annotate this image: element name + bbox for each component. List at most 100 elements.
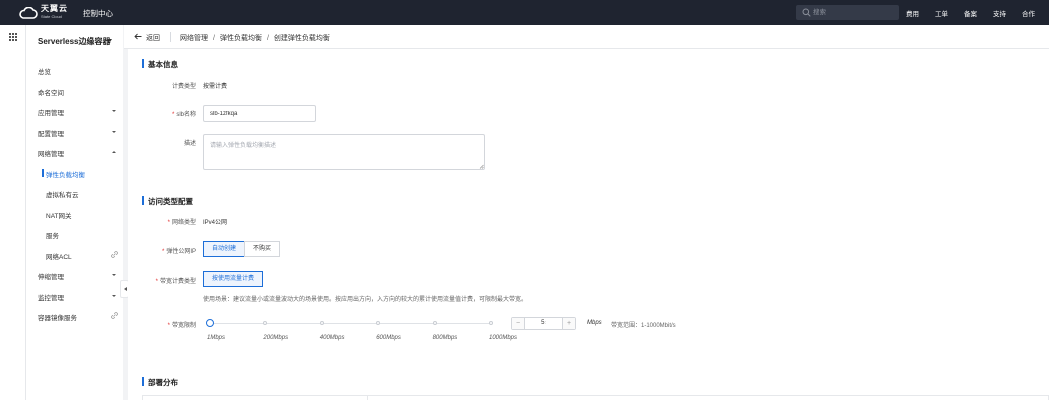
chevron-left-icon — [123, 287, 127, 291]
bandwidth-billing-option-group: 按使用流量计费 — [203, 271, 264, 287]
stepper-value[interactable]: 5: — [525, 318, 562, 329]
breadcrumb-elastic-lb[interactable]: 弹性负载均衡 — [220, 35, 262, 42]
top-link-ticket[interactable]: 工单 — [935, 8, 948, 18]
sidebar-item-label: 容器镜像服务 — [38, 315, 77, 322]
top-link-support[interactable]: 支持 — [993, 8, 1006, 18]
section-title-access-config: 访问类型配置 — [142, 196, 193, 207]
eip-option-none[interactable]: 不购买 — [244, 241, 281, 257]
network-type-value: IPv4公网 — [203, 220, 228, 226]
sidebar-item-label: 伸缩管理 — [38, 274, 64, 281]
sidebar-item-label: 网络ACL — [46, 254, 72, 261]
stepper-minus-button[interactable]: − — [512, 318, 525, 329]
caret-down-icon — [112, 274, 116, 276]
usage-hint: 使用场景：建议流量小或流量波动大的场景使用。按应用出方向，入方向的较大的累计使用… — [203, 297, 528, 303]
external-link-icon — [111, 312, 118, 319]
sidebar-item-label: NAT网关 — [46, 213, 72, 220]
slider-mark-label: 1000Mbps — [489, 335, 518, 341]
bandwidth-slider-track[interactable] — [209, 323, 491, 324]
top-link-billing[interactable]: 费用 — [906, 8, 919, 18]
grid-menu-icon[interactable] — [9, 33, 17, 41]
table-column-divider — [367, 396, 368, 400]
sidebar-item-label: 命名空间 — [38, 90, 64, 97]
eip-label-text: 弹性公网IP — [166, 249, 196, 255]
description-label-text: 描述 — [183, 141, 196, 147]
bandwidth-billing-label-text: 带宽计费类型 — [159, 279, 196, 285]
slider-stop[interactable] — [432, 321, 437, 325]
sidebar-item-namespace[interactable]: 命名空间 — [26, 82, 123, 100]
sidebar-item-config-management[interactable]: 配置管理 — [26, 123, 123, 141]
sidebar-item-nat-gateway[interactable]: NAT网关 — [26, 205, 123, 223]
chevron-down-icon[interactable] — [108, 39, 112, 42]
sidebar-item-network-acl[interactable]: 网络ACL — [26, 246, 123, 264]
slider-mark-label: 200Mbps — [263, 335, 289, 341]
caret-down-icon — [112, 110, 116, 112]
sidebar-item-monitoring[interactable]: 监控管理 — [26, 287, 123, 305]
sidebar-item-image-service[interactable]: 容器镜像服务 — [26, 307, 123, 325]
eip-option-group: 自动创建 不购买 — [203, 241, 281, 257]
caret-up-icon — [112, 151, 116, 153]
sidebar-product-title[interactable]: Serverless边缘容器 — [38, 36, 110, 47]
slider-stop[interactable] — [263, 321, 268, 325]
breadcrumb-separator: / — [266, 35, 269, 42]
network-type-label: * 网络类型 — [167, 220, 196, 226]
sidebar-item-label: 网络管理 — [38, 151, 64, 158]
slider-mark-label: 400Mbps — [319, 335, 345, 341]
network-type-label-text: 网络类型 — [171, 220, 196, 226]
resize-grip-icon[interactable] — [479, 164, 484, 169]
top-link-partner[interactable]: 合作 — [1022, 8, 1035, 18]
slider-mark-label: 1Mbps — [207, 335, 226, 341]
sidebar-item-label: 弹性负载均衡 — [46, 172, 85, 179]
slider-stop[interactable] — [319, 321, 324, 325]
text-cursor: : — [544, 320, 546, 326]
slb-name-label: * slb名称 — [171, 112, 196, 118]
sidebar-item-elastic-lb[interactable]: 弹性负载均衡 — [26, 164, 123, 182]
stepper-plus-button[interactable]: + — [562, 318, 575, 329]
search-input[interactable] — [813, 5, 897, 20]
slider-stop[interactable] — [489, 321, 493, 325]
slider-handle[interactable] — [206, 319, 215, 327]
sidebar-item-label: 配置管理 — [38, 131, 64, 138]
breadcrumb: 网络管理 / 弹性负载均衡 / 创建弹性负载均衡 — [180, 33, 330, 43]
slider-stop[interactable] — [376, 321, 381, 325]
back-link[interactable]: 返回 — [146, 33, 160, 43]
bandwidth-limit-label-text: 带宽限制 — [171, 323, 196, 329]
breadcrumb-network-management[interactable]: 网络管理 — [180, 35, 208, 42]
global-search[interactable] — [796, 5, 899, 20]
brand-logo[interactable]: 天翼云 State Cloud — [18, 5, 68, 20]
breadcrumb-current: 创建弹性负载均衡 — [273, 35, 330, 42]
sidebar-item-vpc[interactable]: 虚拟私有云 — [26, 184, 123, 202]
eip-option-auto-create[interactable]: 自动创建 — [203, 241, 246, 257]
slb-name-input[interactable] — [203, 105, 316, 122]
description-textarea[interactable] — [203, 134, 485, 170]
cloud-logo-icon — [19, 6, 38, 19]
external-link-icon — [111, 251, 118, 258]
billing-type-label-text: 计费类型 — [171, 84, 196, 90]
page-header: 返回 网络管理 / 弹性负载均衡 / 创建弹性负载均衡 — [124, 25, 1049, 49]
sidebar-item-overview[interactable]: 总览 — [26, 61, 123, 79]
sidebar-item-app-management[interactable]: 应用管理 — [26, 102, 123, 120]
bandwidth-stepper[interactable]: − 5: + — [511, 317, 576, 330]
section-title-basic-info: 基本信息 — [142, 59, 178, 70]
sidebar-item-scaling[interactable]: 伸缩管理 — [26, 266, 123, 284]
active-indicator — [42, 169, 44, 177]
logo-main-text: 天翼云 — [41, 4, 68, 13]
arrow-left-icon[interactable] — [134, 33, 142, 40]
search-icon — [802, 8, 811, 17]
bandwidth-billing-label: * 带宽计费类型 — [155, 279, 196, 285]
slider-mark-label: 600Mbps — [376, 335, 401, 341]
bandwidth-range-hint: 带宽范围：1-1000Mbit/s — [611, 323, 676, 329]
eip-label: * 弹性公网IP — [161, 249, 196, 255]
top-link-filing[interactable]: 备案 — [964, 8, 977, 18]
sidebar-item-service[interactable]: 服务 — [26, 225, 123, 243]
sidebar-item-label: 虚拟私有云 — [46, 192, 79, 199]
caret-down-icon — [112, 131, 116, 133]
slider-mark-label: 800Mbps — [432, 335, 458, 341]
billing-type-label: 计费类型 — [128, 81, 196, 90]
sidebar-item-network-management[interactable]: 网络管理 — [26, 143, 123, 161]
bandwidth-option-by-traffic[interactable]: 按使用流量计费 — [203, 271, 264, 287]
breadcrumb-separator: / — [213, 35, 215, 42]
description-label: 描述 — [128, 138, 196, 147]
top-links: 费用 工单 备案 支持 合作 — [890, 8, 1035, 18]
console-link[interactable]: 控制中心 — [83, 8, 113, 19]
sidebar-item-label: 总览 — [38, 69, 51, 76]
